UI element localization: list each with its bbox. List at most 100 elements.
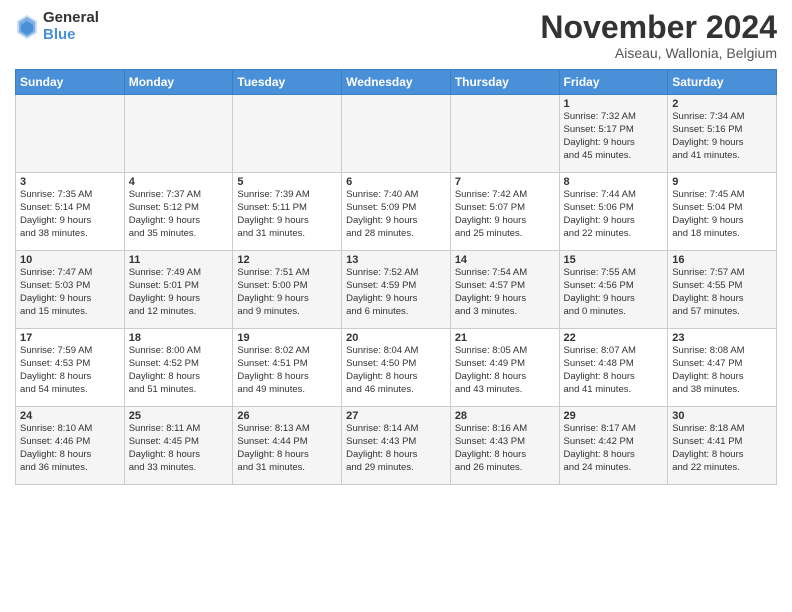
day-info: Sunrise: 7:42 AM Sunset: 5:07 PM Dayligh… xyxy=(455,189,555,240)
day-info: Sunrise: 7:37 AM Sunset: 5:12 PM Dayligh… xyxy=(129,189,229,240)
day-info: Sunrise: 7:44 AM Sunset: 5:06 PM Dayligh… xyxy=(564,189,664,240)
day-cell: 12Sunrise: 7:51 AM Sunset: 5:00 PM Dayli… xyxy=(233,251,342,329)
day-number: 10 xyxy=(20,254,120,266)
day-cell xyxy=(124,95,233,173)
day-info: Sunrise: 8:04 AM Sunset: 4:50 PM Dayligh… xyxy=(346,345,446,396)
week-row-0: 1Sunrise: 7:32 AM Sunset: 5:17 PM Daylig… xyxy=(16,95,777,173)
day-number: 30 xyxy=(672,410,772,422)
day-cell: 4Sunrise: 7:37 AM Sunset: 5:12 PM Daylig… xyxy=(124,173,233,251)
logo-icon xyxy=(15,13,39,41)
day-number: 17 xyxy=(20,332,120,344)
day-cell: 6Sunrise: 7:40 AM Sunset: 5:09 PM Daylig… xyxy=(342,173,451,251)
header-tuesday: Tuesday xyxy=(233,70,342,95)
day-cell: 28Sunrise: 8:16 AM Sunset: 4:43 PM Dayli… xyxy=(450,407,559,485)
header-thursday: Thursday xyxy=(450,70,559,95)
day-cell: 30Sunrise: 8:18 AM Sunset: 4:41 PM Dayli… xyxy=(668,407,777,485)
day-cell: 22Sunrise: 8:07 AM Sunset: 4:48 PM Dayli… xyxy=(559,329,668,407)
day-cell xyxy=(450,95,559,173)
day-cell: 2Sunrise: 7:34 AM Sunset: 5:16 PM Daylig… xyxy=(668,95,777,173)
day-info: Sunrise: 7:34 AM Sunset: 5:16 PM Dayligh… xyxy=(672,111,772,162)
day-cell: 25Sunrise: 8:11 AM Sunset: 4:45 PM Dayli… xyxy=(124,407,233,485)
day-info: Sunrise: 7:47 AM Sunset: 5:03 PM Dayligh… xyxy=(20,267,120,318)
header: General Blue November 2024 Aiseau, Wallo… xyxy=(15,10,777,61)
week-row-3: 17Sunrise: 7:59 AM Sunset: 4:53 PM Dayli… xyxy=(16,329,777,407)
day-number: 26 xyxy=(237,410,337,422)
day-info: Sunrise: 8:00 AM Sunset: 4:52 PM Dayligh… xyxy=(129,345,229,396)
week-row-1: 3Sunrise: 7:35 AM Sunset: 5:14 PM Daylig… xyxy=(16,173,777,251)
day-cell: 29Sunrise: 8:17 AM Sunset: 4:42 PM Dayli… xyxy=(559,407,668,485)
day-cell: 18Sunrise: 8:00 AM Sunset: 4:52 PM Dayli… xyxy=(124,329,233,407)
logo-blue: Blue xyxy=(43,27,99,44)
calendar-table: SundayMondayTuesdayWednesdayThursdayFrid… xyxy=(15,69,777,485)
day-info: Sunrise: 8:11 AM Sunset: 4:45 PM Dayligh… xyxy=(129,423,229,474)
logo-text: General Blue xyxy=(43,10,99,43)
calendar-header: SundayMondayTuesdayWednesdayThursdayFrid… xyxy=(16,70,777,95)
day-number: 25 xyxy=(129,410,229,422)
day-info: Sunrise: 7:59 AM Sunset: 4:53 PM Dayligh… xyxy=(20,345,120,396)
day-number: 11 xyxy=(129,254,229,266)
header-sunday: Sunday xyxy=(16,70,125,95)
day-cell: 7Sunrise: 7:42 AM Sunset: 5:07 PM Daylig… xyxy=(450,173,559,251)
header-wednesday: Wednesday xyxy=(342,70,451,95)
day-number: 6 xyxy=(346,176,446,188)
day-info: Sunrise: 7:52 AM Sunset: 4:59 PM Dayligh… xyxy=(346,267,446,318)
day-cell: 14Sunrise: 7:54 AM Sunset: 4:57 PM Dayli… xyxy=(450,251,559,329)
page-container: General Blue November 2024 Aiseau, Wallo… xyxy=(0,0,792,495)
day-cell: 15Sunrise: 7:55 AM Sunset: 4:56 PM Dayli… xyxy=(559,251,668,329)
main-title: November 2024 xyxy=(540,10,777,45)
day-cell: 19Sunrise: 8:02 AM Sunset: 4:51 PM Dayli… xyxy=(233,329,342,407)
day-number: 13 xyxy=(346,254,446,266)
day-cell: 8Sunrise: 7:44 AM Sunset: 5:06 PM Daylig… xyxy=(559,173,668,251)
day-cell: 1Sunrise: 7:32 AM Sunset: 5:17 PM Daylig… xyxy=(559,95,668,173)
day-info: Sunrise: 7:45 AM Sunset: 5:04 PM Dayligh… xyxy=(672,189,772,240)
day-cell: 3Sunrise: 7:35 AM Sunset: 5:14 PM Daylig… xyxy=(16,173,125,251)
day-info: Sunrise: 8:18 AM Sunset: 4:41 PM Dayligh… xyxy=(672,423,772,474)
day-number: 4 xyxy=(129,176,229,188)
day-number: 29 xyxy=(564,410,664,422)
day-info: Sunrise: 8:17 AM Sunset: 4:42 PM Dayligh… xyxy=(564,423,664,474)
header-row: SundayMondayTuesdayWednesdayThursdayFrid… xyxy=(16,70,777,95)
day-cell: 16Sunrise: 7:57 AM Sunset: 4:55 PM Dayli… xyxy=(668,251,777,329)
day-info: Sunrise: 7:35 AM Sunset: 5:14 PM Dayligh… xyxy=(20,189,120,240)
day-number: 8 xyxy=(564,176,664,188)
day-cell: 5Sunrise: 7:39 AM Sunset: 5:11 PM Daylig… xyxy=(233,173,342,251)
day-info: Sunrise: 8:08 AM Sunset: 4:47 PM Dayligh… xyxy=(672,345,772,396)
day-number: 27 xyxy=(346,410,446,422)
logo: General Blue xyxy=(15,10,99,43)
day-info: Sunrise: 8:10 AM Sunset: 4:46 PM Dayligh… xyxy=(20,423,120,474)
day-info: Sunrise: 7:40 AM Sunset: 5:09 PM Dayligh… xyxy=(346,189,446,240)
day-number: 9 xyxy=(672,176,772,188)
day-cell: 27Sunrise: 8:14 AM Sunset: 4:43 PM Dayli… xyxy=(342,407,451,485)
day-info: Sunrise: 7:54 AM Sunset: 4:57 PM Dayligh… xyxy=(455,267,555,318)
day-info: Sunrise: 8:14 AM Sunset: 4:43 PM Dayligh… xyxy=(346,423,446,474)
day-number: 21 xyxy=(455,332,555,344)
day-number: 24 xyxy=(20,410,120,422)
day-number: 19 xyxy=(237,332,337,344)
day-number: 22 xyxy=(564,332,664,344)
day-info: Sunrise: 8:16 AM Sunset: 4:43 PM Dayligh… xyxy=(455,423,555,474)
day-cell: 13Sunrise: 7:52 AM Sunset: 4:59 PM Dayli… xyxy=(342,251,451,329)
day-number: 12 xyxy=(237,254,337,266)
day-info: Sunrise: 7:32 AM Sunset: 5:17 PM Dayligh… xyxy=(564,111,664,162)
day-number: 16 xyxy=(672,254,772,266)
day-cell xyxy=(342,95,451,173)
day-info: Sunrise: 7:49 AM Sunset: 5:01 PM Dayligh… xyxy=(129,267,229,318)
day-info: Sunrise: 8:13 AM Sunset: 4:44 PM Dayligh… xyxy=(237,423,337,474)
day-cell: 24Sunrise: 8:10 AM Sunset: 4:46 PM Dayli… xyxy=(16,407,125,485)
day-cell: 9Sunrise: 7:45 AM Sunset: 5:04 PM Daylig… xyxy=(668,173,777,251)
day-cell: 21Sunrise: 8:05 AM Sunset: 4:49 PM Dayli… xyxy=(450,329,559,407)
day-cell xyxy=(16,95,125,173)
subtitle: Aiseau, Wallonia, Belgium xyxy=(540,45,777,61)
day-number: 1 xyxy=(564,98,664,110)
day-number: 20 xyxy=(346,332,446,344)
day-number: 23 xyxy=(672,332,772,344)
day-cell: 23Sunrise: 8:08 AM Sunset: 4:47 PM Dayli… xyxy=(668,329,777,407)
day-info: Sunrise: 8:05 AM Sunset: 4:49 PM Dayligh… xyxy=(455,345,555,396)
day-number: 7 xyxy=(455,176,555,188)
day-number: 2 xyxy=(672,98,772,110)
day-info: Sunrise: 7:55 AM Sunset: 4:56 PM Dayligh… xyxy=(564,267,664,318)
day-info: Sunrise: 7:39 AM Sunset: 5:11 PM Dayligh… xyxy=(237,189,337,240)
day-info: Sunrise: 7:51 AM Sunset: 5:00 PM Dayligh… xyxy=(237,267,337,318)
day-cell: 10Sunrise: 7:47 AM Sunset: 5:03 PM Dayli… xyxy=(16,251,125,329)
logo-general: General xyxy=(43,10,99,27)
